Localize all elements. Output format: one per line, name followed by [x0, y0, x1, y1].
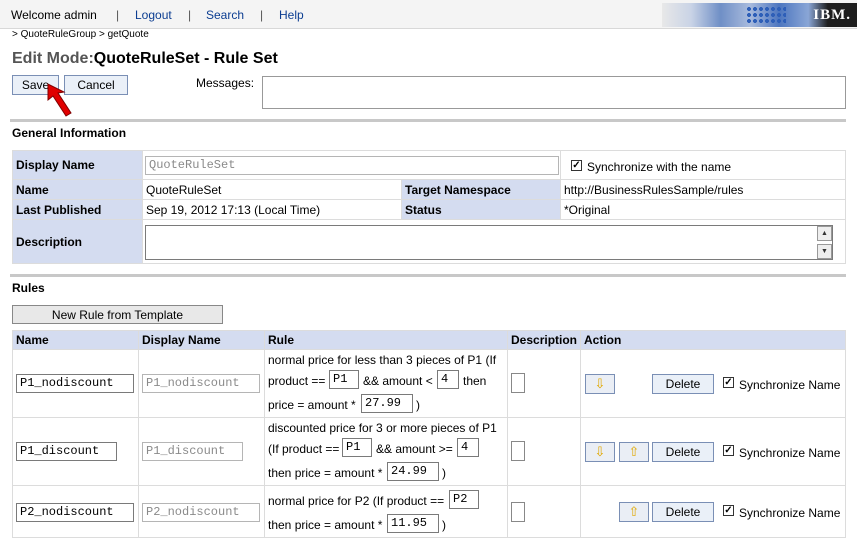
sync-name-label: Synchronize Name [739, 378, 841, 392]
move-down-arrow-icon[interactable]: ⇩ [585, 442, 615, 462]
ibm-logo: IBM. [813, 7, 851, 23]
rule-text: normal price for less than 3 pieces of P… [268, 353, 497, 367]
rule-text: ) [442, 518, 446, 532]
rule-text: && amount < [363, 374, 433, 388]
section-divider [10, 119, 846, 122]
scroll-up-icon[interactable]: ▲ [817, 226, 832, 241]
page-title: Edit Mode:QuoteRuleSet - Rule Set [12, 50, 278, 68]
description-label: Description [12, 219, 143, 264]
last-published-label: Last Published [12, 199, 143, 220]
col-header-display-name: Display Name [138, 330, 265, 350]
status-label: Status [401, 199, 561, 220]
nav-separator: | [260, 8, 264, 22]
sync-name-checkbox[interactable]: ✓ [723, 445, 734, 456]
col-header-action: Action [580, 330, 846, 350]
rule-text: ) [416, 398, 420, 412]
rule-product-input[interactable]: P1 [329, 370, 359, 389]
new-rule-from-template-button[interactable]: New Rule from Template [12, 305, 223, 324]
name-value: QuoteRuleSet [142, 179, 402, 200]
rule-text: normal price for P2 (If product == [268, 494, 445, 508]
rule-name-input[interactable]: P2_nodiscount [16, 503, 134, 522]
rule-text: && amount >= [376, 442, 453, 456]
rules-title: Rules [12, 281, 45, 295]
rule-price-input[interactable]: 27.99 [361, 394, 413, 413]
rule-description-field[interactable] [511, 441, 525, 461]
general-info-title: General Information [12, 126, 127, 140]
sync-with-name-checkbox[interactable]: ✓ [571, 160, 582, 171]
target-namespace-label: Target Namespace [401, 179, 561, 200]
rule-display-name-input[interactable]: P1_discount [142, 442, 243, 461]
rule-text: price = amount * [268, 398, 356, 412]
messages-label: Messages: [196, 76, 255, 90]
rule-text: ) [442, 466, 446, 480]
nav-separator: | [188, 8, 192, 22]
mouse-pointer-arrow-icon [47, 83, 72, 117]
description-textarea[interactable] [145, 225, 833, 260]
last-published-value: Sep 19, 2012 17:13 (Local Time) [142, 199, 402, 220]
section-divider [10, 274, 846, 277]
sync-name-checkbox[interactable]: ✓ [723, 377, 734, 388]
sync-name-checkbox[interactable]: ✓ [723, 505, 734, 516]
breadcrumb[interactable]: > QuoteRuleGroup > getQuote [12, 29, 149, 40]
delete-rule-button[interactable]: Delete [652, 442, 714, 462]
col-header-description: Description [506, 330, 582, 350]
rule-text: discounted price for 3 or more pieces of… [268, 421, 497, 435]
delete-rule-button[interactable]: Delete [652, 374, 714, 394]
sync-name-label: Synchronize Name [739, 506, 841, 520]
rule-text: (If product == [268, 442, 340, 456]
rule-text: product == [268, 374, 326, 388]
display-name-input[interactable]: QuoteRuleSet [145, 156, 559, 175]
rule-price-input[interactable]: 24.99 [387, 462, 439, 481]
rule-amount-input[interactable]: 4 [457, 438, 479, 457]
page-title-mode: Edit Mode: [12, 50, 94, 67]
rule-product-input[interactable]: P1 [342, 438, 372, 457]
search-link[interactable]: Search [206, 8, 244, 22]
rule-description-field[interactable] [511, 502, 525, 522]
page-title-name: QuoteRuleSet - Rule Set [93, 50, 278, 67]
target-namespace-value: http://BusinessRulesSample/rules [560, 179, 846, 200]
ibm-banner-graphic: IBM. [662, 3, 857, 27]
rule-name-input[interactable]: P1_discount [16, 442, 117, 461]
sync-with-name-label: Synchronize with the name [587, 160, 732, 174]
move-up-arrow-icon[interactable]: ⇧ [619, 502, 649, 522]
col-header-name: Name [12, 330, 139, 350]
sync-name-label: Synchronize Name [739, 446, 841, 460]
rule-text: then price = amount * [268, 466, 383, 480]
rule-display-name-input[interactable]: P2_nodiscount [142, 503, 260, 522]
nav-separator: | [116, 8, 120, 22]
rule-text: then price = amount * [268, 518, 383, 532]
rule-name-input[interactable]: P1_nodiscount [16, 374, 134, 393]
banner-dots-graphic [746, 6, 786, 24]
help-link[interactable]: Help [279, 8, 304, 22]
move-up-arrow-icon[interactable]: ⇧ [619, 442, 649, 462]
rule-product-input[interactable]: P2 [449, 490, 479, 509]
messages-box [262, 76, 846, 109]
move-down-arrow-icon[interactable]: ⇩ [585, 374, 615, 394]
scroll-down-icon[interactable]: ▼ [817, 244, 832, 259]
rule-amount-input[interactable]: 4 [437, 370, 459, 389]
logout-link[interactable]: Logout [135, 8, 172, 22]
welcome-text: Welcome admin [11, 8, 97, 22]
rule-display-name-input[interactable]: P1_nodiscount [142, 374, 260, 393]
status-value: *Original [560, 199, 846, 220]
rule-text: then [463, 374, 487, 388]
col-header-rule: Rule [264, 330, 508, 350]
top-navigation-bar: Welcome admin | Logout | Search | Help I… [0, 0, 857, 29]
rule-price-input[interactable]: 11.95 [387, 514, 439, 533]
rule-description-field[interactable] [511, 373, 525, 393]
name-label: Name [12, 179, 143, 200]
display-name-label: Display Name [12, 150, 143, 180]
delete-rule-button[interactable]: Delete [652, 502, 714, 522]
